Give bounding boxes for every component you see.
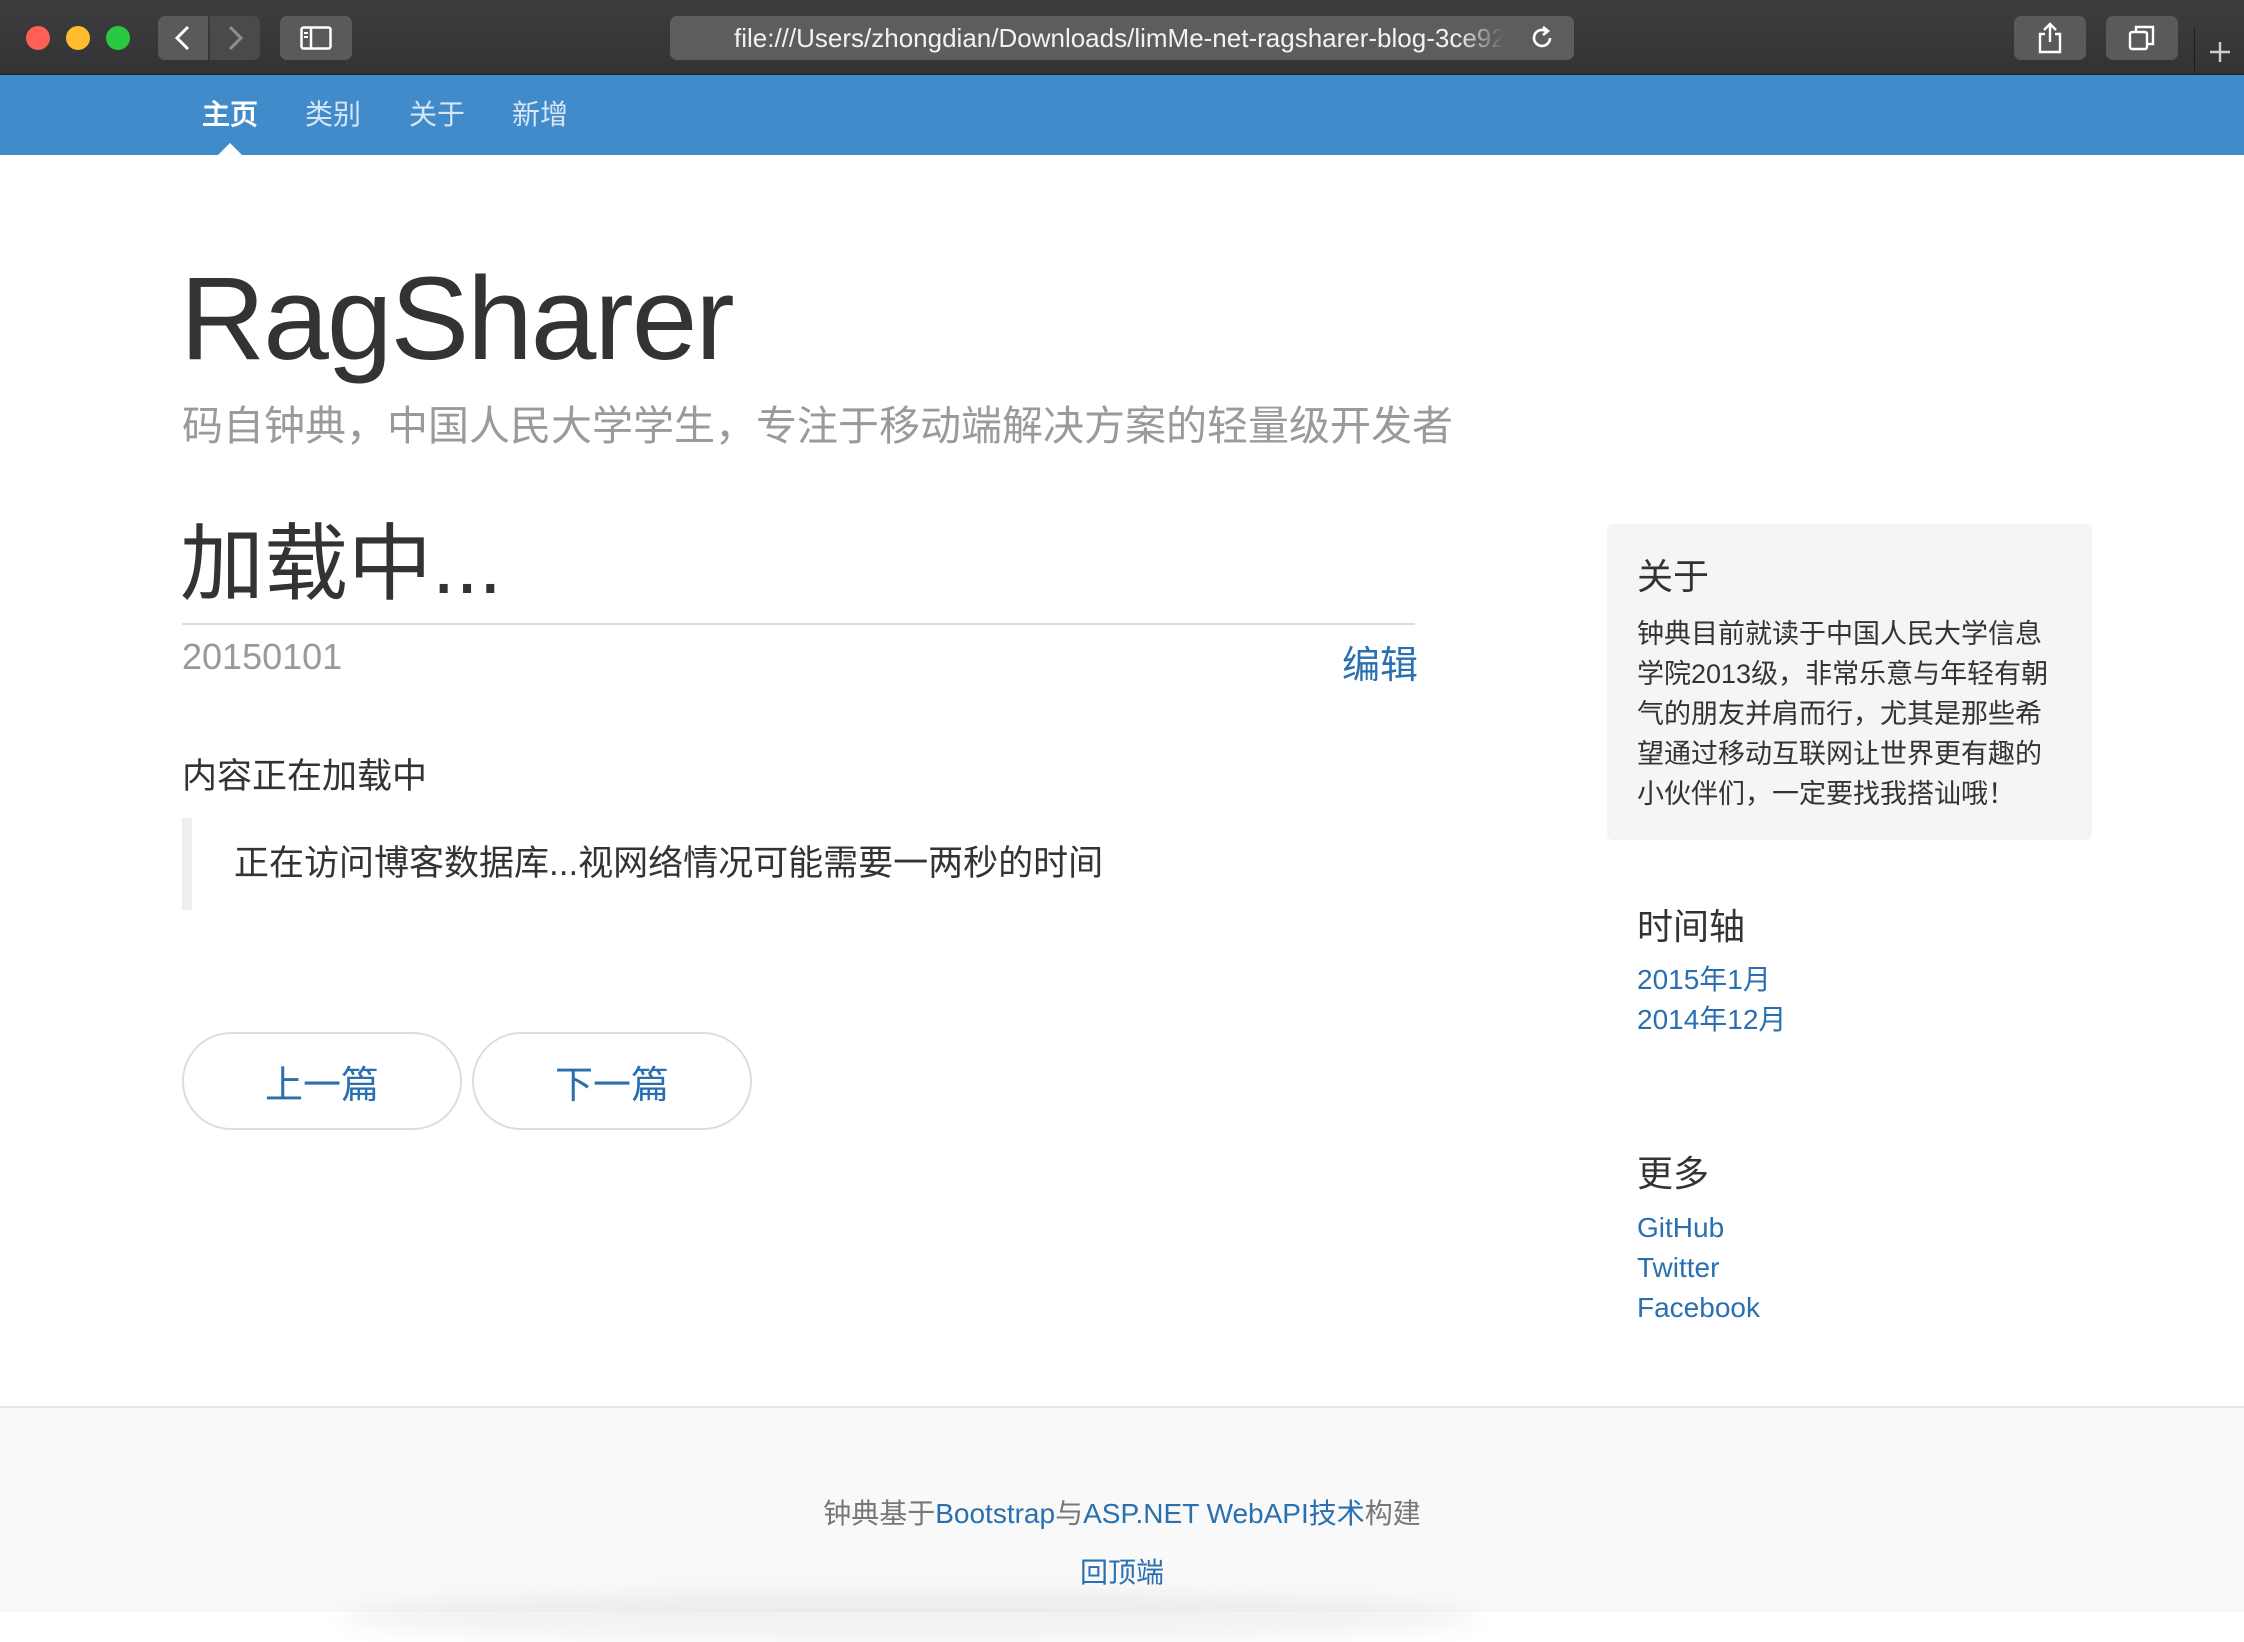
facebook-link[interactable]: Facebook: [1637, 1288, 1760, 1328]
site-tagline: 码自钟典，中国人民大学学生，专注于移动端解决方案的轻量级开发者: [182, 403, 1453, 449]
chevron-left-icon: [174, 25, 190, 51]
footer-middle: 与: [1055, 1498, 1084, 1529]
forward-button[interactable]: [210, 16, 260, 60]
aspnet-webapi-link[interactable]: ASP.NET WebAPI技术: [1083, 1498, 1365, 1529]
github-link[interactable]: GitHub: [1637, 1208, 1724, 1248]
post-date: 20150101: [182, 636, 343, 677]
share-button[interactable]: [2014, 16, 2086, 60]
back-button[interactable]: [158, 16, 208, 60]
timeline-link-2014-12[interactable]: 2014年12月: [1637, 1000, 1786, 1040]
footer-suffix: 构建: [1364, 1498, 1421, 1529]
sidebar-toggle-button[interactable]: [280, 16, 352, 60]
window-close-button[interactable]: [26, 26, 50, 50]
active-nav-indicator: [218, 143, 242, 155]
page-footer: 钟典基于Bootstrap与ASP.NET WebAPI技术构建 回顶端: [0, 1406, 2244, 1642]
previous-post-button[interactable]: 上一篇: [182, 1032, 462, 1130]
nav-item-about[interactable]: 关于: [409, 75, 465, 155]
footer-shadow: [340, 1592, 1480, 1642]
edit-link[interactable]: 编辑: [1342, 634, 1418, 689]
nav-item-categories[interactable]: 类别: [305, 75, 361, 155]
browser-toolbar: file:///Users/zhongdian/Downloads/limMe-…: [0, 0, 2244, 75]
footer-prefix: 钟典基于: [823, 1498, 936, 1529]
share-icon: [2038, 22, 2062, 54]
title-divider: [182, 623, 1415, 625]
post-title: 加载中...: [180, 517, 503, 611]
bootstrap-link[interactable]: Bootstrap: [935, 1498, 1055, 1529]
site-navbar: 主页 类别 关于 新增: [0, 75, 2244, 155]
timeline-link-2015-01[interactable]: 2015年1月: [1637, 960, 1771, 1000]
reload-icon[interactable]: [1528, 24, 1556, 52]
more-heading: 更多: [1637, 1153, 1710, 1194]
address-bar[interactable]: file:///Users/zhongdian/Downloads/limMe-…: [670, 16, 1574, 60]
new-tab-button[interactable]: [2194, 28, 2244, 75]
back-to-top-link[interactable]: 回顶端: [0, 1551, 2244, 1591]
next-post-button[interactable]: 下一篇: [472, 1032, 752, 1130]
chevron-right-icon: [228, 25, 244, 51]
twitter-link[interactable]: Twitter: [1637, 1248, 1719, 1288]
about-heading: 关于: [1637, 556, 1710, 597]
footer-credit: 钟典基于Bootstrap与ASP.NET WebAPI技术构建: [0, 1492, 2244, 1532]
window-minimize-button[interactable]: [66, 26, 90, 50]
nav-item-new[interactable]: 新增: [512, 75, 568, 155]
post-quote: 正在访问博客数据库...视网络情况可能需要一两秒的时间: [182, 818, 1415, 910]
show-tabs-button[interactable]: [2106, 16, 2178, 60]
about-text: 钟典目前就读于中国人民大学信息学院2013级，非常乐意与年轻有朝气的朋友并肩而行…: [1637, 619, 2049, 809]
timeline-heading: 时间轴: [1637, 906, 1746, 947]
post-body: 内容正在加载中: [182, 757, 428, 796]
sidebar-icon: [300, 26, 332, 50]
about-panel: 关于 钟典目前就读于中国人民大学信息学院2013级，非常乐意与年轻有朝气的朋友并…: [1607, 524, 2092, 840]
plus-icon: [2209, 41, 2230, 62]
tabs-overview-icon: [2128, 25, 2155, 51]
address-bar-url: file:///Users/zhongdian/Downloads/limMe-…: [734, 22, 1504, 53]
window-maximize-button[interactable]: [106, 26, 130, 50]
site-title: RagSharer: [180, 253, 735, 385]
